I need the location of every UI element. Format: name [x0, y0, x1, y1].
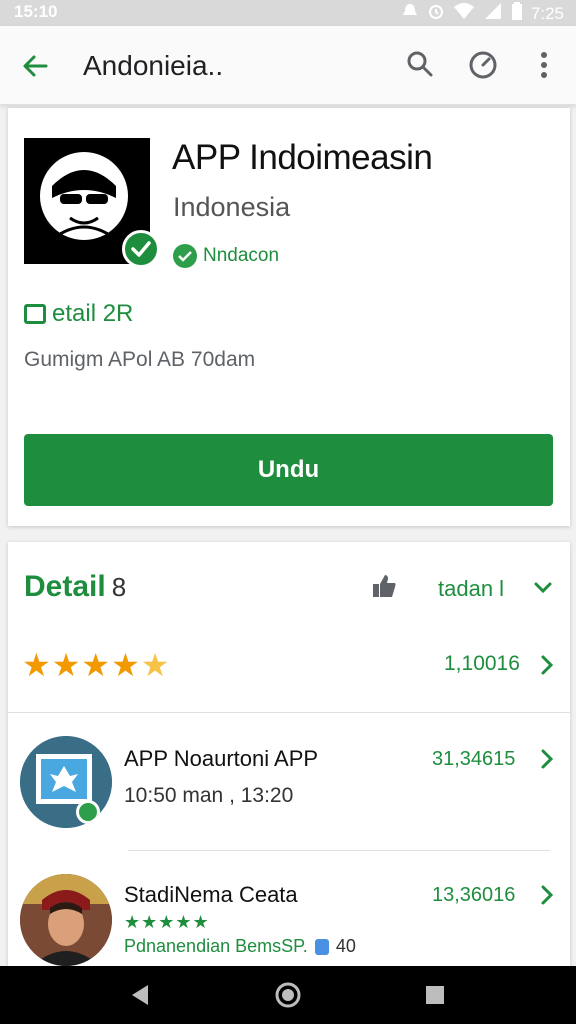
star-half-icon: ★ [140, 647, 171, 683]
chevron-right-icon[interactable] [538, 746, 556, 772]
chevron-down-icon[interactable] [532, 578, 554, 598]
wifi-icon [453, 2, 475, 25]
app-header-card: APP Indoimeasin Indonesia Nndacon etail … [8, 108, 570, 526]
verified-badge-icon [122, 230, 160, 268]
install-button[interactable]: Undu [24, 434, 553, 506]
section-title: Detail 8 [24, 570, 126, 604]
app-icon [24, 138, 160, 268]
battery-icon [511, 2, 523, 25]
app-bar: Andonieia.. [0, 26, 576, 105]
chevron-right-icon[interactable] [538, 882, 556, 908]
page-title: Andonieia.. [83, 50, 224, 81]
sort-dropdown-label[interactable]: tadan l [438, 576, 504, 602]
app-info-line: Gumigm APol AB 70dam [24, 348, 256, 371]
signal-icon [483, 2, 503, 25]
speed-icon[interactable] [466, 48, 500, 82]
star-icon: ★ [111, 647, 141, 683]
verified-row: Nndacon [173, 244, 279, 268]
status-icons: 7:25 [401, 2, 564, 25]
thumb-up-icon[interactable] [370, 572, 398, 600]
alarm-icon [427, 2, 445, 25]
nav-home-icon[interactable] [273, 980, 303, 1010]
item-avatar [20, 874, 112, 966]
chevron-right-icon[interactable] [538, 652, 556, 678]
nav-recents-icon[interactable] [420, 980, 450, 1010]
device-icon [24, 304, 46, 324]
divider [128, 850, 550, 851]
star-icon: ★ [22, 647, 52, 683]
star-icon: ★ [51, 647, 82, 683]
lock-icon [314, 939, 329, 956]
check-circle-icon [173, 244, 197, 268]
app-developer[interactable]: Indonesia [173, 192, 290, 223]
nav-back-icon[interactable] [126, 980, 156, 1010]
rating-count: 1,10016 [444, 652, 520, 675]
status-time-left: 15:10 [14, 2, 58, 21]
item-title: APP Noaurtoni APP [124, 746, 319, 771]
verified-label: Nndacon [203, 245, 280, 266]
system-nav-bar [0, 966, 576, 1024]
item-count: 31,34615 [432, 748, 516, 770]
item-extra: Pdnanendian BemsSP. 40 [124, 936, 356, 957]
details-card: Detail 8 tadan l ★★★★★ 1,10016 APP Noaurt… [8, 542, 570, 982]
item-extra-label: Pdnanendian BemsSP. [124, 936, 308, 956]
more-vert-icon[interactable] [530, 48, 558, 82]
item-title: StadiNema Ceata [124, 882, 298, 907]
item-count: 13,36016 [432, 884, 516, 906]
detail-row[interactable]: etail 2R [24, 300, 133, 328]
rating-stars: ★★★★★ [22, 646, 170, 684]
search-icon[interactable] [404, 48, 436, 80]
section-count: 8 [111, 572, 127, 602]
star-icon: ★ [81, 647, 112, 683]
notification-icon [401, 2, 419, 25]
divider [8, 712, 570, 713]
app-name: APP Indoimeasin [172, 138, 433, 177]
item-subtitle: 10:50 man , 13:20 [124, 784, 294, 807]
item-extra-number: 40 [335, 936, 356, 956]
status-bar: 15:10 7:25 [0, 0, 576, 26]
item-avatar [20, 736, 112, 828]
detail-label: etail 2R [52, 300, 134, 327]
item-stars: ★★★★★ [124, 912, 210, 932]
section-title-label: Detail [24, 570, 106, 603]
status-time-right: 7:25 [530, 3, 564, 23]
back-arrow-icon[interactable] [18, 48, 54, 84]
